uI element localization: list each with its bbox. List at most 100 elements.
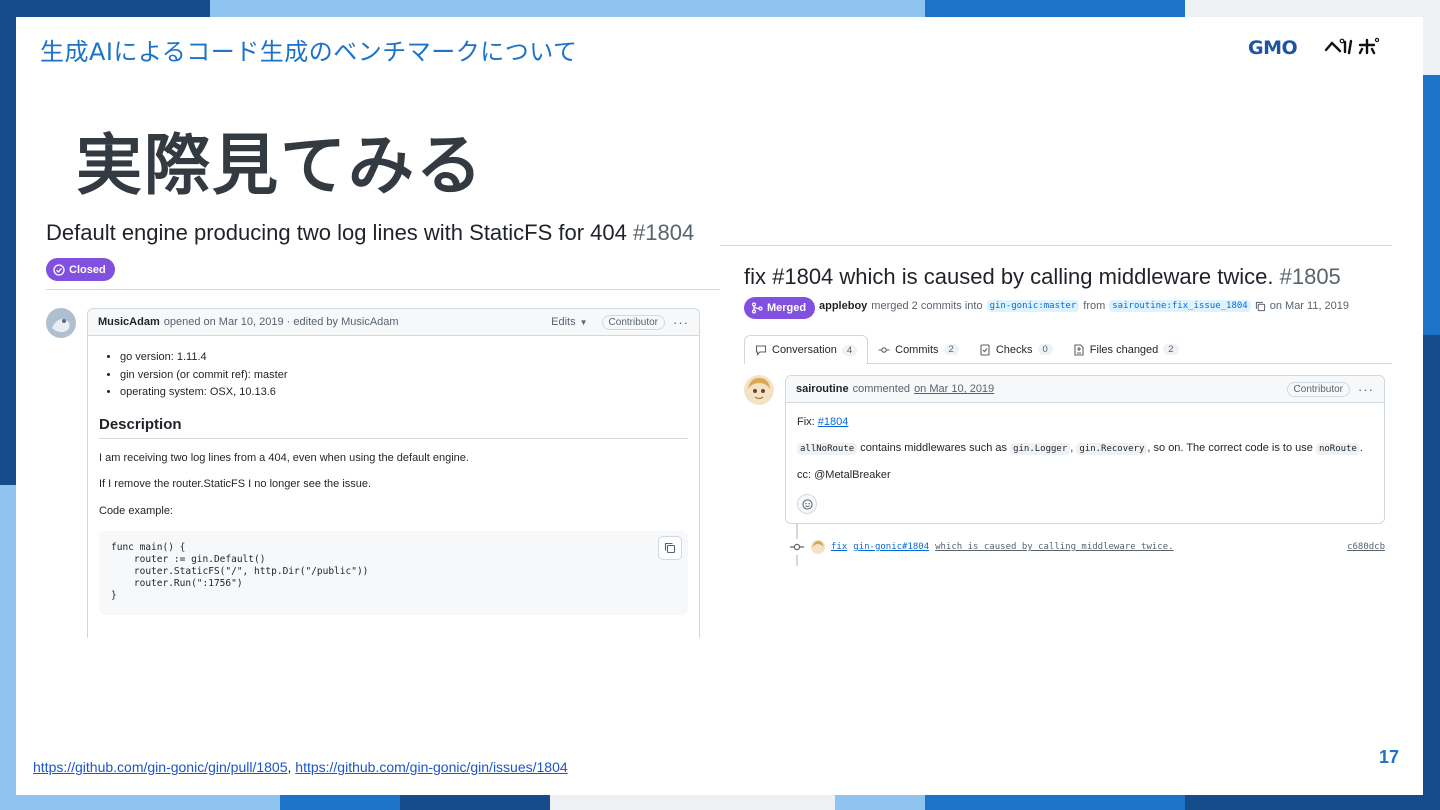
frame-band-bottom-mid2	[925, 795, 1185, 810]
frame-band-left-light	[0, 485, 16, 810]
svg-text:GMO: GMO	[1248, 37, 1298, 58]
code-line: func main() {	[111, 542, 186, 553]
inline-code: gin.Logger	[1010, 443, 1071, 455]
code-line: router := gin.Default()	[111, 554, 266, 565]
copy-icon	[664, 542, 676, 554]
page-number: 17	[1379, 747, 1400, 767]
frame-band-bottom-dark2	[1185, 795, 1440, 810]
base-branch[interactable]: gin-gonic:master	[986, 300, 1080, 312]
file-diff-icon	[1074, 343, 1084, 356]
tab-count: 0	[1037, 344, 1053, 355]
pr-merger[interactable]: appleboy	[819, 300, 867, 312]
list-item: gin version (or commit ref): master	[120, 367, 287, 385]
issue-paragraph: I am receiving two log lines from a 404,…	[99, 452, 469, 464]
issue-source-link[interactable]: https://github.com/gin-gonic/gin/issues/…	[295, 759, 567, 775]
add-reaction-button[interactable]	[797, 494, 817, 514]
issue-author[interactable]: MusicAdam	[98, 316, 160, 328]
frame-band-bottom-light	[0, 795, 280, 810]
copy-icon[interactable]	[1255, 301, 1266, 312]
frame-band-top-grey	[1185, 0, 1440, 17]
tab-label: Conversation	[772, 344, 837, 356]
pr-state-label: Merged	[767, 302, 807, 314]
issue-spec-list: go version: 1.11.4 gin version (or commi…	[120, 349, 287, 402]
pr-source-link[interactable]: https://github.com/gin-gonic/gin/pull/18…	[33, 759, 288, 775]
avatar-image-icon	[744, 375, 774, 405]
contributor-badge: Contributor	[1286, 381, 1350, 397]
tab-label: Commits	[895, 343, 939, 356]
description-heading: Description	[99, 416, 182, 433]
pr-comment-fix-line: Fix: #1804	[797, 416, 848, 428]
commit-icon	[789, 539, 805, 555]
commit-sha[interactable]: c680dcb	[1347, 542, 1385, 552]
comment-icon	[755, 345, 767, 356]
pr-number: #1805	[1279, 264, 1341, 289]
tab-label: Checks	[995, 343, 1033, 356]
pr-comment-body: allNoRoute contains middlewares such as …	[797, 442, 1363, 455]
tab-count: 2	[1163, 344, 1179, 355]
tab-checks[interactable]: Checks 0	[969, 335, 1063, 364]
frame-band-bottom-mid	[280, 795, 400, 810]
tab-conversation[interactable]: Conversation 4	[744, 335, 869, 364]
code-line: }	[111, 590, 117, 601]
musicadam-avatar[interactable]	[46, 308, 76, 338]
pr-comment-cc: cc: @MetalBreaker	[797, 469, 891, 481]
pr-title[interactable]: fix #1804 which is caused by calling mid…	[744, 264, 1341, 290]
committer-avatar-icon[interactable]	[811, 540, 825, 554]
code-line: router.StaticFS("/", http.Dir("/public")…	[111, 566, 369, 577]
frame-band-bottom-grey	[550, 795, 835, 810]
tab-commits[interactable]: Commits 2	[868, 335, 969, 364]
copy-code-button[interactable]	[658, 536, 682, 560]
description-divider	[99, 438, 688, 439]
pr-comment-author[interactable]: sairoutine	[796, 383, 849, 395]
tabs-underline	[866, 363, 1392, 364]
contributor-badge: Contributor	[601, 314, 665, 330]
frame-band-right-dark	[1423, 335, 1440, 810]
list-item: go version: 1.11.4	[120, 349, 287, 367]
edits-dropdown[interactable]: Edits ▼	[551, 316, 587, 328]
chevron-down-icon: ▼	[579, 317, 588, 327]
pr-comment-date[interactable]: on Mar 10, 2019	[914, 383, 994, 395]
slide-header-title: 生成AIによるコード生成のベンチマークについて	[40, 38, 578, 66]
tab-count: 2	[943, 344, 959, 355]
frame-band-right-mid	[1423, 75, 1440, 335]
kebab-menu-icon[interactable]: ···	[1358, 382, 1374, 397]
frame-band-right-light	[1423, 0, 1440, 75]
body-end: .	[1359, 442, 1363, 454]
pr-comment-box: sairoutine commented on Mar 10, 2019 Con…	[785, 375, 1385, 524]
tab-count: 4	[841, 344, 858, 356]
commit-label[interactable]: fix	[831, 542, 847, 552]
sairoutine-avatar[interactable]	[744, 375, 774, 405]
commit-issue-ref[interactable]: gin-gonic#1804	[853, 542, 929, 552]
source-links: https://github.com/gin-gonic/gin/pull/18…	[33, 759, 568, 775]
pr-comment-action: commented	[852, 383, 911, 395]
code-line: router.Run(":1756")	[111, 578, 243, 589]
pr-state-badge: Merged	[744, 297, 816, 319]
body-text: contains middlewares such as	[860, 442, 1007, 454]
pr-top-divider	[720, 245, 1392, 246]
smiley-icon	[801, 498, 813, 510]
kebab-menu-icon[interactable]: ···	[673, 315, 689, 330]
frame-band-top-dark	[0, 0, 210, 17]
pr-merged-text: merged 2 commits into	[871, 300, 983, 312]
git-merge-icon	[751, 302, 763, 314]
issue-title[interactable]: Default engine producing two log lines w…	[46, 220, 694, 246]
pr-date: on Mar 11, 2019	[1269, 300, 1350, 312]
issue-state-label: Closed	[69, 263, 106, 276]
slide-title: 実際見てみる	[76, 127, 484, 204]
issue-comment-header: MusicAdam opened on Mar 10, 2019 · edite…	[88, 309, 699, 336]
head-branch[interactable]: sairoutine:fix_issue_1804	[1109, 300, 1251, 312]
frame-band-bottom-dark	[400, 795, 550, 810]
fix-issue-link[interactable]: #1804	[818, 416, 849, 428]
frame-band-bottom-light2	[835, 795, 925, 810]
tab-files-changed[interactable]: Files changed 2	[1063, 335, 1189, 364]
timeline-commit-row: fix gin-gonic#1804 which is caused by ca…	[789, 538, 1385, 556]
checklist-icon	[980, 343, 990, 356]
edits-label: Edits	[551, 316, 576, 328]
body-text: , so on. The correct code is to use	[1147, 442, 1313, 454]
issue-state-badge: Closed	[46, 258, 115, 281]
commit-message[interactable]: which is caused by calling middleware tw…	[935, 542, 1173, 552]
frame-band-top-mid	[925, 0, 1185, 17]
pr-tabs: Conversation 4 Commits 2 Checks 0 Files …	[744, 335, 1189, 364]
frame-band-left-dark	[0, 0, 16, 485]
pr-comment-header: sairoutine commented on Mar 10, 2019 Con…	[786, 376, 1384, 403]
